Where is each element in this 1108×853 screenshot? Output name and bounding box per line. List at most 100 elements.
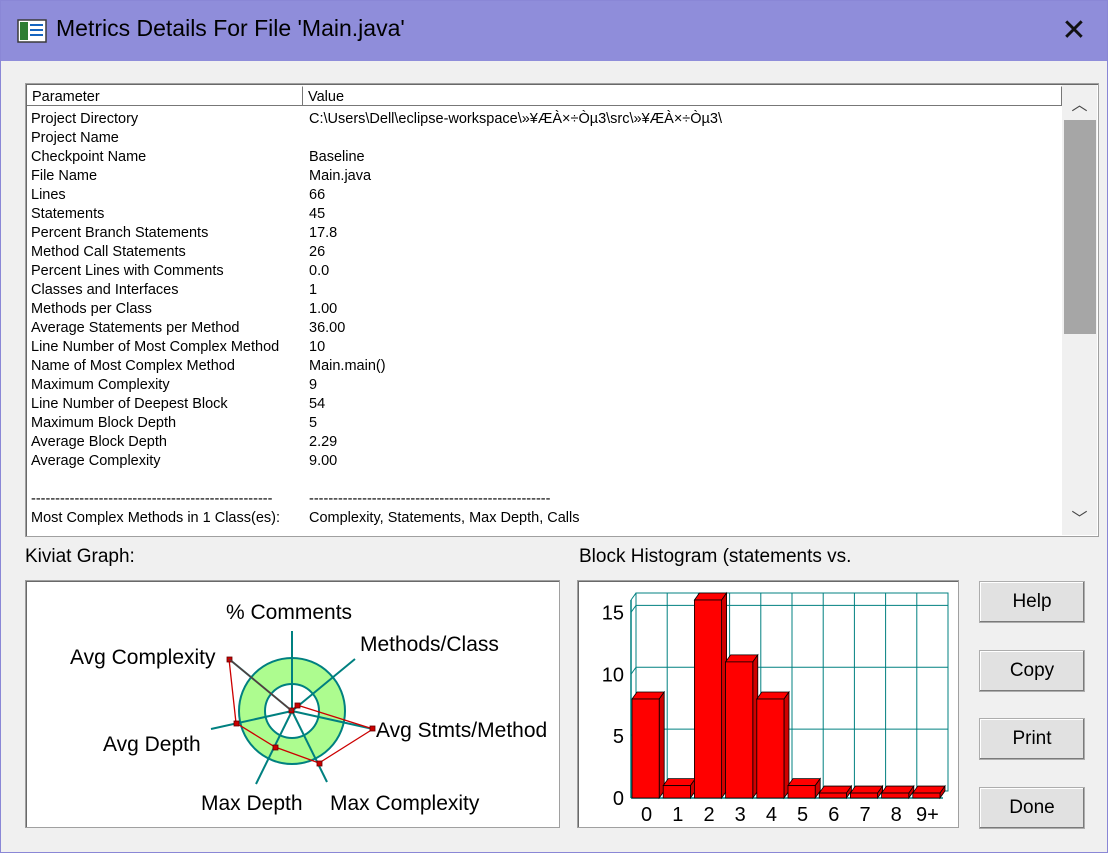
- table-row[interactable]: Method Call Statements 26: [31, 243, 1061, 262]
- value-cell: 5: [309, 415, 318, 431]
- table-row[interactable]: Percent Branch Statements 17.8: [31, 224, 1061, 243]
- parameter-cell: Percent Lines with Comments: [31, 263, 224, 279]
- table-row[interactable]: Classes and Interfaces 1: [31, 281, 1061, 300]
- column-header-parameter[interactable]: Parameter: [27, 86, 303, 106]
- histogram-y-tick-label: 0: [613, 788, 624, 810]
- histogram-y-ticks: 0 5 10 15: [602, 602, 624, 810]
- value-cell: 9: [309, 377, 318, 393]
- table-row[interactable]: Maximum Complexity 9: [31, 376, 1061, 395]
- parameter-cell: Line Number of Most Complex Method: [31, 339, 280, 355]
- parameter-cell: Most Complex Methods in 1 Class(es):: [31, 510, 280, 526]
- kiviat-axis-label-methods-class: Methods/Class: [360, 633, 499, 656]
- table-row[interactable]: Line Number of Most Complex Method 10: [31, 338, 1061, 357]
- app-icon: [17, 19, 47, 43]
- close-button[interactable]: ✕: [1051, 9, 1097, 53]
- table-row[interactable]: ----------------------------------------…: [31, 490, 1061, 509]
- histogram-grid: [630, 592, 949, 799]
- kiviat-axis-label-avg-complexity: Avg Complexity: [70, 646, 216, 669]
- kiviat-axis-label-max-depth: Max Depth: [201, 792, 303, 815]
- value-cell: 1.00: [309, 301, 338, 317]
- value-cell: C:\Users\Dell\eclipse-workspace\»¥ÆÀ×÷Òµ…: [309, 111, 722, 127]
- table-row[interactable]: File Name Main.java: [31, 167, 1061, 186]
- table-row[interactable]: Average Statements per Method 36.00: [31, 319, 1061, 338]
- histogram-x-tick-label: 5: [797, 804, 808, 826]
- done-button[interactable]: Done: [979, 787, 1085, 829]
- histogram-x-tick-label: 0: [641, 804, 652, 826]
- parameter-cell: Line Number of Deepest Block: [31, 396, 228, 412]
- table-row[interactable]: Lines 66: [31, 186, 1061, 205]
- histogram-x-tick-label: 6: [828, 804, 839, 826]
- histogram-bar: [787, 777, 821, 800]
- histogram-bar: [849, 784, 884, 800]
- kiviat-axis-label-comments: % Comments: [226, 601, 352, 624]
- value-cell: 17.8: [309, 225, 338, 241]
- print-button[interactable]: Print: [979, 718, 1085, 760]
- help-button[interactable]: Help: [979, 581, 1085, 623]
- parameter-cell: Maximum Block Depth: [31, 415, 177, 431]
- scroll-up-arrow-icon[interactable]: ︿: [1062, 91, 1097, 115]
- histogram-x-tick-label: 9+: [916, 804, 939, 826]
- histogram-x-tick-label: 8: [891, 804, 902, 826]
- value-cell: Main.java: [309, 168, 372, 184]
- histogram-axis: [630, 592, 637, 601]
- kiviat-graph: % Comments Methods/Class Avg Stmts/Metho…: [25, 580, 560, 828]
- table-row[interactable]: Average Block Depth 2.29: [31, 433, 1061, 452]
- table-row[interactable]: Most Complex Methods in 1 Class(es): Comp…: [31, 509, 1061, 528]
- value-cell: 66: [309, 187, 326, 203]
- value-cell: 2.29: [309, 434, 338, 450]
- scroll-down-arrow-icon[interactable]: ﹀: [1062, 505, 1097, 529]
- table-row[interactable]: Maximum Block Depth 5: [31, 414, 1061, 433]
- table-row[interactable]: Project Directory C:\Users\Dell\eclipse-w…: [31, 110, 1061, 129]
- parameter-cell: Project Directory: [31, 111, 139, 127]
- table-row[interactable]: Line Number of Deepest Block 54: [31, 395, 1061, 414]
- value-cell: Complexity, Statements, Max Depth, Calls: [309, 510, 580, 526]
- value-cell: 54: [309, 396, 326, 412]
- parameter-cell: Average Block Depth: [31, 434, 167, 450]
- histogram-y-tick-label: 5: [613, 726, 624, 748]
- vertical-scrollbar[interactable]: ︿ ﹀: [1062, 85, 1097, 535]
- table-row[interactable]: Project Name: [31, 129, 1061, 148]
- parameter-cell: ----------------------------------------…: [31, 491, 273, 507]
- title-bar[interactable]: Metrics Details For File 'Main.java' ✕: [1, 1, 1107, 61]
- histogram-x-tick-label: 2: [703, 804, 714, 826]
- metrics-list[interactable]: Parameter Value Project Directory C:\User…: [25, 83, 1099, 537]
- table-row[interactable]: Name of Most Complex Method Main.main(): [31, 357, 1061, 376]
- column-header-value[interactable]: Value: [303, 86, 1062, 106]
- parameter-cell: Classes and Interfaces: [31, 282, 179, 298]
- histogram-x-tick-label: 7: [859, 804, 870, 826]
- value-cell: 0.0: [309, 263, 330, 279]
- table-row[interactable]: Statements 45: [31, 205, 1061, 224]
- histogram-bar: [662, 777, 697, 800]
- table-row[interactable]: Percent Lines with Comments 0.0: [31, 262, 1061, 281]
- value-cell: 45: [309, 206, 326, 222]
- histogram-y-tick-label: 10: [602, 664, 624, 686]
- parameter-cell: Name of Most Complex Method: [31, 358, 235, 374]
- scroll-thumb[interactable]: [1064, 120, 1096, 334]
- value-cell: 9.00: [309, 453, 338, 469]
- list-header: Parameter Value: [27, 86, 1062, 107]
- histogram-bar: [880, 784, 915, 800]
- block-histogram-label: Block Histogram (statements vs.: [579, 546, 852, 567]
- histogram-y-tick-label: 15: [602, 602, 624, 624]
- table-row[interactable]: Methods per Class 1.00: [31, 300, 1061, 319]
- parameter-cell: Methods per Class: [31, 301, 152, 317]
- block-histogram: 0 5 10 15 0 1 2 3 4 5 6 7 8 9+: [577, 580, 959, 828]
- value-cell: 26: [309, 244, 326, 260]
- copy-button[interactable]: Copy: [979, 650, 1085, 692]
- value-cell: ----------------------------------------…: [309, 491, 551, 507]
- value-cell: Main.main(): [309, 358, 386, 374]
- histogram-x-tick-label: 1: [672, 804, 683, 826]
- value-cell: 36.00: [309, 320, 346, 336]
- kiviat-axis-label-avg-stmts: Avg Stmts/Method: [376, 719, 547, 742]
- histogram-bar: [724, 653, 759, 800]
- histogram-bar: [912, 784, 946, 800]
- parameter-cell: Maximum Complexity: [31, 377, 170, 393]
- table-row[interactable]: Average Complexity 9.00: [31, 452, 1061, 471]
- parameter-cell: Statements: [31, 206, 105, 222]
- kiviat-axis-label-max-complexity: Max Complexity: [330, 792, 480, 815]
- histogram-bar: [631, 690, 665, 800]
- kiviat-graph-label: Kiviat Graph:: [25, 546, 135, 567]
- table-row[interactable]: [31, 471, 1061, 490]
- table-row[interactable]: Checkpoint Name Baseline: [31, 148, 1061, 167]
- parameter-cell: File Name: [31, 168, 98, 184]
